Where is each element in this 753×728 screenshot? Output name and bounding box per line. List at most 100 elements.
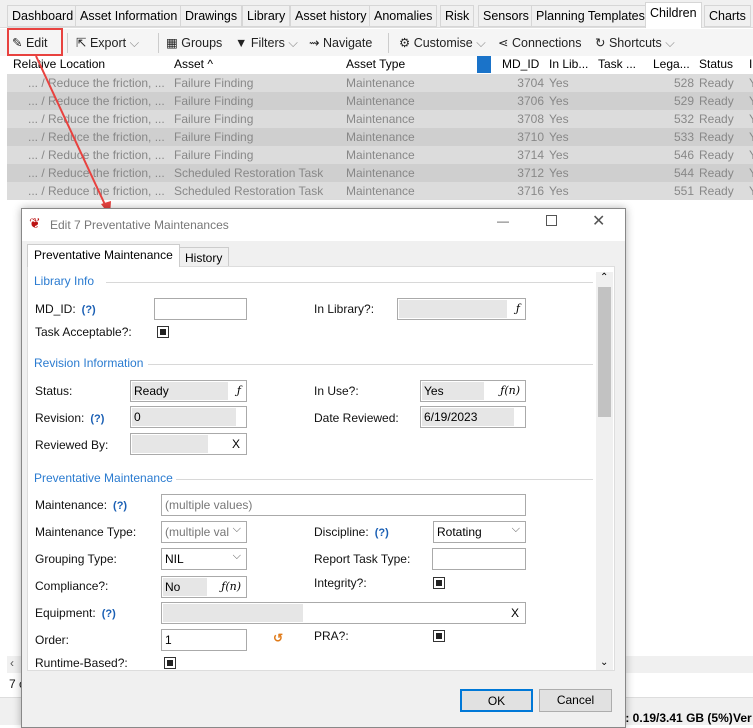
table-cell: Maintenance [346, 130, 415, 144]
maintenance-field[interactable]: (multiple values) [161, 494, 526, 516]
compliance-field[interactable]: No ƒ(n) [161, 576, 247, 598]
reset-icon[interactable]: ↺ [273, 631, 283, 645]
table-cell: 3708 [517, 112, 544, 126]
section-pm: Preventative Maintenance [34, 471, 173, 485]
status-field[interactable]: Ready ƒ [130, 380, 247, 402]
table-row[interactable]: ... / Reduce the friction, ... Failure Fi… [7, 128, 753, 146]
column-chooser-button[interactable] [477, 56, 491, 73]
clear-icon[interactable]: X [511, 603, 519, 623]
discipline-select[interactable]: Rotating [433, 521, 526, 543]
integrity-checkbox[interactable] [433, 577, 445, 589]
app-logo-icon: ❦ [29, 215, 41, 231]
tab-asset-history[interactable]: Asset history [290, 5, 372, 27]
tab-preventative-maintenance[interactable]: Preventative Maintenance [27, 244, 180, 267]
table-cell: Yes [549, 166, 569, 180]
help-icon[interactable]: (?) [82, 304, 96, 316]
table-cell: Ready [699, 112, 734, 126]
formula-icon: ƒ(n) [500, 384, 520, 397]
table-cell: Y [749, 92, 753, 110]
tab-anomalies[interactable]: Anomalies [369, 5, 438, 27]
scrollbar-thumb[interactable] [598, 287, 611, 417]
runtime_based-label: Runtime-Based?: [35, 656, 128, 670]
export-button[interactable]: ⇱ Export ⌵ [76, 34, 139, 52]
help-icon[interactable]: (?) [113, 500, 127, 512]
table-cell: Ready [699, 76, 734, 90]
cancel-button[interactable]: Cancel [539, 689, 612, 712]
grouping-type-select[interactable]: NIL [161, 548, 247, 570]
tab-charts[interactable]: Charts [704, 5, 751, 27]
column-header[interactable]: Asset ^ [174, 57, 213, 71]
table-row[interactable]: ... / Reduce the friction, ... Failure Fi… [7, 92, 753, 110]
section-library: Library Info [34, 274, 95, 288]
table-row[interactable]: ... / Reduce the friction, ... Failure Fi… [7, 146, 753, 164]
help-icon[interactable]: (?) [102, 608, 116, 620]
help-icon[interactable]: (?) [90, 413, 104, 425]
md-id-field[interactable] [154, 298, 247, 320]
tab-children[interactable]: Children [645, 2, 702, 28]
table-cell: Yes [549, 130, 569, 144]
table-cell: ... / Reduce the friction, ... [28, 112, 165, 126]
table-row[interactable]: ... / Reduce the friction, ... Failure Fi… [7, 74, 753, 92]
runtime-based-checkbox[interactable] [164, 657, 176, 669]
minimize-button[interactable]: — [497, 214, 509, 228]
in-use-field[interactable]: Yes ƒ(n) [420, 380, 526, 402]
column-header[interactable]: Asset Type [346, 57, 405, 71]
connections-button[interactable]: ⋖ Connections [498, 34, 581, 52]
report-task-type-field[interactable] [432, 548, 526, 570]
table-cell: Yes [549, 148, 569, 162]
table-row[interactable]: ... / Reduce the friction, ... Failure Fi… [7, 110, 753, 128]
column-header[interactable]: Lega... [653, 57, 690, 71]
maintenance-type-select[interactable]: (multiple val [161, 521, 247, 543]
column-header[interactable]: Status [699, 57, 733, 71]
tab-dashboard[interactable]: Dashboard [7, 5, 79, 27]
revision-field[interactable]: 0 [130, 406, 247, 428]
in-library-field[interactable]: ƒ [397, 298, 526, 320]
grouping_type-label: Grouping Type: [35, 552, 117, 566]
tab-library[interactable]: Library [242, 5, 291, 27]
pra-checkbox[interactable] [433, 630, 445, 642]
tab-sensors[interactable]: Sensors [478, 5, 534, 27]
column-header[interactable]: MD_ID [502, 57, 539, 71]
edit-highlight-box [7, 28, 63, 56]
clear-icon[interactable]: X [232, 434, 240, 454]
tab-planning-templates[interactable]: Planning Templates [531, 5, 650, 27]
table-cell: Ready [699, 184, 734, 198]
table-cell: ... / Reduce the friction, ... [28, 94, 165, 108]
order-field[interactable]: 1 [161, 629, 247, 651]
ok-button[interactable]: OK [460, 689, 533, 712]
reviewed-by-field[interactable]: X [130, 433, 247, 455]
export-icon: ⇱ [76, 36, 87, 50]
tab-asset-information[interactable]: Asset Information [75, 5, 183, 27]
table-row[interactable]: ... / Reduce the friction, ... Scheduled … [7, 164, 753, 182]
table-row[interactable]: ... / Reduce the friction, ... Scheduled … [7, 182, 753, 200]
table-cell: 533 [673, 130, 694, 144]
table-cell: 3704 [517, 76, 544, 90]
column-header[interactable]: Relative Location [13, 57, 105, 71]
table-cell: Failure Finding [174, 112, 254, 126]
table-cell: 3706 [517, 94, 544, 108]
filters-button[interactable]: ▼ Filters ⌵ [235, 34, 298, 52]
vertical-scrollbar[interactable]: ⌃ ⌄ [596, 272, 613, 670]
in_library-label: In Library?: [314, 302, 375, 316]
table-cell: Maintenance [346, 166, 415, 180]
maximize-button[interactable] [546, 215, 557, 226]
column-header[interactable]: Task ... [598, 57, 636, 71]
navigate-button[interactable]: ⇝ Navigate [309, 34, 372, 52]
tab-risk[interactable]: Risk [440, 5, 475, 27]
toolbar: ✎ Edit ⇱ Export ⌵ ▦ Groups ▼ Filters ⌵ ⇝… [0, 29, 753, 56]
task-acceptable-checkbox[interactable] [157, 326, 169, 338]
table-cell: Y [749, 164, 753, 182]
customise-button[interactable]: ⚙ Customise ⌵ [399, 34, 486, 52]
close-button[interactable]: ✕ [592, 211, 605, 231]
shortcuts-button[interactable]: ↻ Shortcuts ⌵ [595, 34, 675, 52]
date-reviewed-field[interactable]: 6/19/2023 [420, 406, 526, 428]
table-cell: Maintenance [346, 184, 415, 198]
column-header[interactable]: In Lib... [549, 57, 588, 71]
tab-drawings[interactable]: Drawings [180, 5, 243, 27]
groups-button[interactable]: ▦ Groups [166, 34, 222, 52]
formula-icon: ƒ(n) [221, 580, 241, 593]
column-header[interactable]: I [749, 57, 752, 71]
help-icon[interactable]: (?) [375, 527, 389, 539]
tab-history[interactable]: History [178, 247, 230, 267]
equipment-field[interactable]: X [161, 602, 526, 624]
